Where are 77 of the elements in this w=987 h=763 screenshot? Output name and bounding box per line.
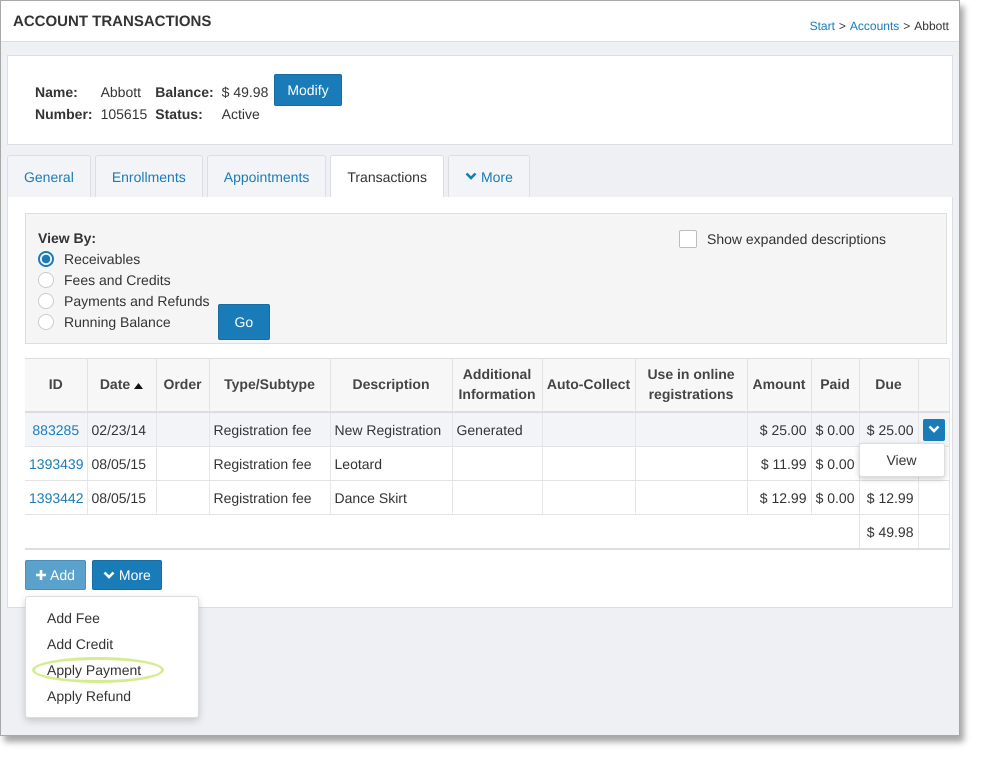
menu-item[interactable]: Apply Payment bbox=[32, 657, 164, 683]
radio-button[interactable] bbox=[38, 314, 54, 330]
breadcrumb-link[interactable]: Start bbox=[810, 19, 835, 33]
table-cell: Generated bbox=[456, 422, 523, 438]
radio-label: Receivables bbox=[64, 251, 140, 267]
column-header[interactable]: Use in online registrations bbox=[635, 358, 747, 412]
table-cell: 08/05/15 bbox=[92, 456, 146, 472]
table-cell: $ 25.00 bbox=[866, 422, 914, 438]
table-cell: 08/05/15 bbox=[92, 490, 146, 506]
radio-label: Running Balance bbox=[64, 314, 171, 330]
radio-button[interactable] bbox=[38, 293, 54, 309]
table-cell: 02/23/14 bbox=[92, 422, 146, 438]
column-header[interactable]: Description bbox=[330, 358, 452, 412]
menu-item[interactable]: View bbox=[860, 450, 944, 470]
plus-icon bbox=[36, 570, 46, 580]
table-cell: $ 0.00 bbox=[816, 490, 854, 506]
table-row[interactable]: 1393442 08/05/15 Registration fee Dance Skirt $ 12.99 $ 0.00 $ 12.99 bbox=[25, 480, 949, 514]
table-cell: $ 11.99 bbox=[760, 456, 806, 472]
radio-button[interactable] bbox=[38, 251, 54, 267]
table-cell: $ 0.00 bbox=[816, 456, 854, 472]
column-header[interactable]: Additional Information bbox=[452, 358, 542, 412]
row-menu-button[interactable] bbox=[922, 418, 944, 440]
view-by-label: View By: bbox=[38, 230, 98, 246]
tab[interactable]: More bbox=[448, 155, 530, 197]
menu-item[interactable]: Apply Refund bbox=[26, 683, 198, 709]
breadcrumb-separator: > bbox=[838, 19, 846, 33]
go-button[interactable]: Go bbox=[218, 304, 270, 340]
checkbox-label: Show expanded descriptions bbox=[706, 231, 886, 247]
column-header[interactable]: Due bbox=[859, 358, 918, 412]
field-label: Number: bbox=[35, 106, 93, 122]
table-cell: New Registration bbox=[334, 422, 442, 438]
column-header[interactable]: Auto-Collect bbox=[542, 358, 635, 412]
sort-ascending-icon bbox=[134, 383, 144, 390]
tab[interactable]: Transactions bbox=[330, 155, 444, 198]
breadcrumb-link[interactable]: Accounts bbox=[850, 19, 900, 33]
chevron-down-icon bbox=[102, 570, 115, 580]
tab[interactable]: Enrollments bbox=[94, 155, 203, 197]
radio-button[interactable] bbox=[38, 272, 54, 288]
field-label: Name: bbox=[35, 84, 79, 100]
page-title: ACCOUNT TRANSACTIONS bbox=[13, 13, 212, 30]
total-due: $ 49.98 bbox=[866, 524, 914, 540]
table-cell: Registration fee bbox=[214, 422, 312, 438]
radio-label: Payments and Refunds bbox=[64, 293, 210, 309]
table-cell: $ 12.99 bbox=[866, 490, 914, 506]
field-label: Balance: bbox=[155, 84, 214, 100]
field-value: Abbott bbox=[100, 84, 142, 100]
checkbox[interactable] bbox=[678, 230, 697, 248]
field-value: 105615 bbox=[100, 106, 148, 122]
radio-label: Fees and Credits bbox=[64, 272, 171, 288]
table-cell: $ 12.99 bbox=[760, 490, 806, 506]
tab[interactable]: Appointments bbox=[206, 155, 326, 197]
field-label: Status: bbox=[155, 106, 204, 122]
table-cell: $ 0.00 bbox=[816, 422, 854, 438]
menu-item[interactable]: Add Fee bbox=[26, 605, 198, 631]
table-cell: Registration fee bbox=[214, 490, 312, 506]
table-cell: Leotard bbox=[334, 456, 382, 472]
transaction-id-link[interactable]: 1393442 bbox=[29, 490, 84, 506]
column-header[interactable]: Paid bbox=[811, 358, 859, 412]
breadcrumb-separator: > bbox=[903, 19, 910, 33]
table-cell: $ 25.00 bbox=[760, 422, 806, 438]
transaction-id-link[interactable]: 1393439 bbox=[29, 456, 84, 472]
tab[interactable]: General bbox=[7, 155, 91, 197]
column-header[interactable]: Type/Subtype bbox=[209, 358, 330, 412]
chevron-down-icon bbox=[464, 172, 477, 181]
more-button[interactable]: More bbox=[92, 560, 162, 590]
table-cell: Dance Skirt bbox=[334, 490, 407, 506]
field-value: Active bbox=[222, 106, 261, 122]
table-cell: Registration fee bbox=[214, 456, 312, 472]
chevron-down-icon bbox=[928, 425, 940, 434]
menu-item[interactable]: Add Credit bbox=[26, 631, 198, 657]
column-header[interactable]: Order bbox=[156, 358, 209, 412]
column-header[interactable]: Amount bbox=[747, 358, 811, 412]
breadcrumb-current: Abbott bbox=[914, 19, 949, 33]
field-value: $ 49.98 bbox=[222, 84, 268, 100]
column-header[interactable]: ID bbox=[25, 358, 87, 412]
modify-button[interactable]: Modify bbox=[274, 74, 342, 106]
column-header[interactable]: Date bbox=[87, 358, 156, 412]
